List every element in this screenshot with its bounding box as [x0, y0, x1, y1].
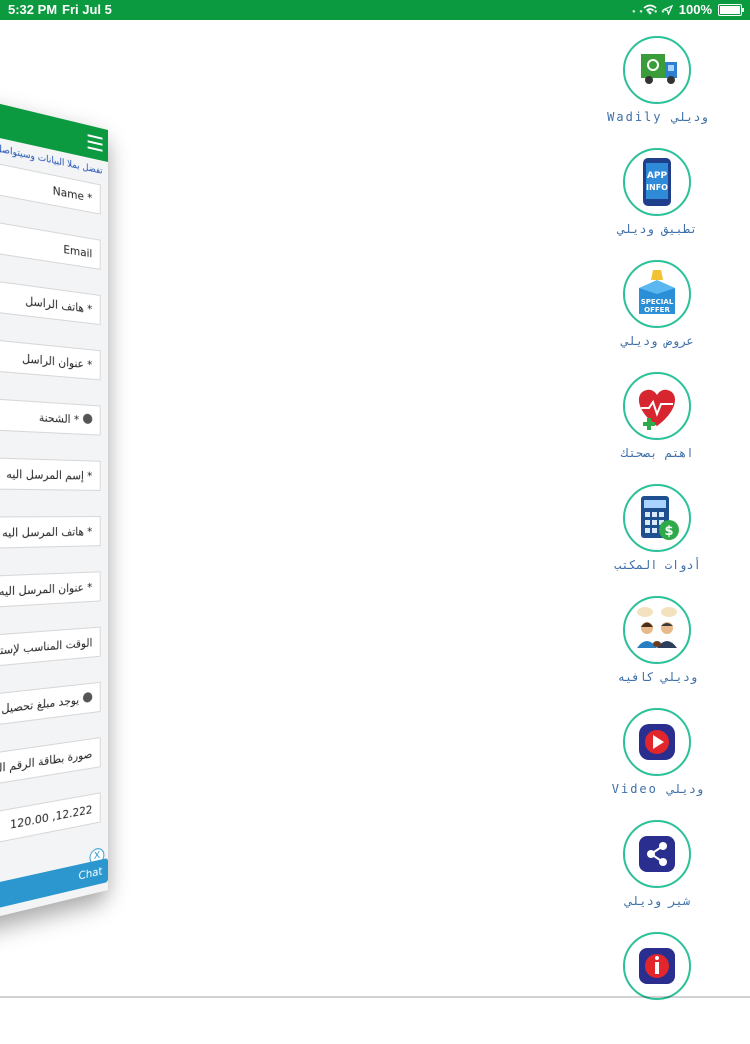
- field-label: Name *: [52, 183, 93, 205]
- svg-text:INFO: INFO: [646, 183, 668, 192]
- battery-icon: [718, 3, 744, 16]
- delivery-time-field[interactable]: الوقت المناسب لإستلام ال: [0, 626, 101, 679]
- menu-item-info[interactable]: [595, 932, 720, 1044]
- recipient-phone-field[interactable]: هاتف المرسل اليه *: [0, 516, 101, 552]
- field-label: الشحنة *: [38, 410, 80, 427]
- recipient-name-field[interactable]: إسم المرسل اليه *: [0, 453, 101, 491]
- menu-item-cafe[interactable]: وديلي كافيه: [595, 596, 720, 708]
- shipment-field[interactable]: الشحنة *: [0, 390, 101, 436]
- delivery-truck-icon: [623, 36, 691, 104]
- field-label: عنوان المرسل اليه *: [0, 580, 93, 599]
- menu-label: اهتم بصحتك: [621, 446, 694, 460]
- field-label: 120.00 ,12.222: [9, 802, 93, 832]
- menu-label: شير وديلي: [624, 894, 691, 908]
- app-info-phone-icon: APP INFO: [623, 148, 691, 216]
- svg-text:APP: APP: [647, 171, 668, 181]
- field-label: Email: [63, 242, 93, 261]
- status-bar: 5:32 PM Fri Jul 5 ● ● ● ● ● 100%: [0, 0, 750, 20]
- location-arrow-icon: [662, 4, 673, 15]
- field-label: إسم المرسل اليه *: [6, 467, 93, 483]
- menu-label: عروض وديلي: [621, 334, 694, 348]
- field-label: صورة بطاقة الرقم القومي: [0, 747, 93, 780]
- info-icon: [623, 932, 691, 1000]
- help-icon[interactable]: [82, 691, 93, 704]
- video-play-icon: [623, 708, 691, 776]
- field-label: يوجد مبلغ تحصيل عن: [0, 693, 80, 718]
- field-label: هاتف الراسل *: [25, 294, 93, 317]
- menu-item-wadily[interactable]: Wadily وديلي: [595, 36, 720, 148]
- menu-label: Video وديلي: [611, 782, 704, 796]
- menu-label: أدوات المكتب: [614, 558, 701, 572]
- field-label: الوقت المناسب لإستلام ال: [0, 636, 93, 660]
- svg-text:OFFER: OFFER: [644, 306, 670, 314]
- share-icon: [623, 820, 691, 888]
- menu-item-office[interactable]: $ أدوات المكتب: [595, 484, 720, 596]
- chat-label: Chat: [78, 864, 103, 883]
- form-preview: تفضل بملأ البيانات وسيتواصل Name * Email…: [0, 71, 108, 949]
- status-date: Fri Jul 5: [62, 2, 112, 17]
- sender-address-field[interactable]: عنوان الراسل *: [0, 326, 101, 381]
- status-time: 5:32 PM: [8, 2, 58, 17]
- menu-item-share[interactable]: شير وديلي: [595, 820, 720, 932]
- menu-label: تطبيق وديلي: [617, 222, 698, 236]
- amount-field[interactable]: 120.00 ,12.222: [0, 792, 101, 869]
- field-label: هاتف المرسل اليه *: [2, 525, 93, 540]
- cafe-people-icon: [623, 596, 691, 664]
- menu-label: Wadily وديلي: [607, 110, 708, 124]
- recipient-address-field[interactable]: عنوان المرسل اليه *: [0, 571, 101, 615]
- menu-item-health[interactable]: اهتم بصحتك: [595, 372, 720, 484]
- menu-item-offers[interactable]: SPECIAL OFFER عروض وديلي: [595, 260, 720, 372]
- special-offer-box-icon: SPECIAL OFFER: [623, 260, 691, 328]
- form-panel: تفضل بملأ البيانات وسيتواصل Name * Email…: [0, 71, 108, 949]
- help-icon[interactable]: [82, 413, 93, 425]
- sender-phone-field[interactable]: هاتف الراسل *: [0, 263, 101, 326]
- status-right: 100%: [643, 2, 744, 17]
- svg-text:SPECIAL: SPECIAL: [641, 298, 674, 306]
- bottom-divider: [0, 996, 750, 998]
- chat-button[interactable]: Chat: [0, 858, 108, 928]
- battery-percent: 100%: [678, 2, 712, 17]
- field-label: عنوان الراسل *: [21, 351, 93, 372]
- health-heart-icon: [623, 372, 691, 440]
- wifi-icon: [643, 4, 657, 15]
- collection-amount-field[interactable]: يوجد مبلغ تحصيل عن: [0, 681, 101, 742]
- hamburger-menu-icon[interactable]: [87, 134, 103, 156]
- menu-item-video[interactable]: Video وديلي: [595, 708, 720, 820]
- menu-label: وديلي كافيه: [617, 670, 698, 684]
- menu-item-app[interactable]: APP INFO تطبيق وديلي: [595, 148, 720, 260]
- svg-text:$: $: [664, 524, 673, 539]
- calculator-dollar-icon: $: [623, 484, 691, 552]
